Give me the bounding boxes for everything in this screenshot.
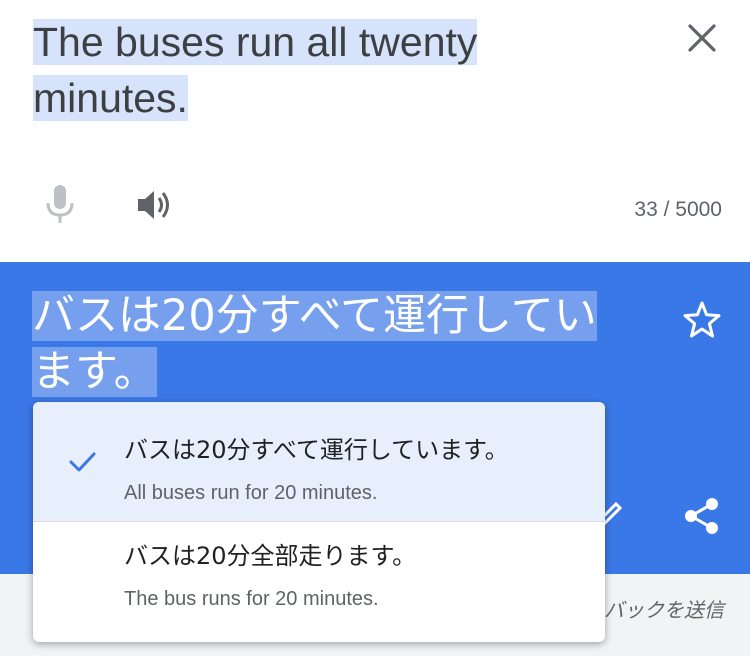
alternative-text: バスは20分すべて運行しています。 bbox=[124, 436, 509, 464]
check-icon bbox=[69, 452, 96, 472]
voice-input-button[interactable] bbox=[40, 183, 80, 227]
speaker-icon bbox=[138, 191, 169, 219]
mic-icon bbox=[46, 185, 74, 223]
share-button[interactable] bbox=[680, 494, 724, 538]
source-panel: The buses run all twenty minutes. 33 / 5… bbox=[0, 0, 750, 262]
close-icon bbox=[688, 24, 716, 52]
source-text-line: minutes. bbox=[33, 75, 188, 121]
alternative-back-translation: The bus runs for 20 minutes. bbox=[124, 588, 379, 610]
translation-text-line: ます。 bbox=[32, 347, 157, 397]
alternative-item[interactable]: バスは20分すべて運行しています。 All buses run for 20 m… bbox=[33, 402, 605, 521]
alternative-back-translation: All buses run for 20 minutes. bbox=[124, 482, 378, 504]
share-icon bbox=[685, 498, 718, 534]
clear-button[interactable] bbox=[682, 18, 722, 58]
star-icon bbox=[683, 301, 721, 338]
alternative-translations-menu: バスは20分すべて運行しています。 All buses run for 20 m… bbox=[33, 402, 605, 642]
translation-text[interactable]: バスは20分すべて運行してい ます。 bbox=[32, 288, 642, 400]
source-text-line: The buses run all twenty bbox=[33, 19, 478, 65]
send-feedback-link[interactable]: バックを送信 bbox=[604, 594, 724, 623]
listen-source-button[interactable] bbox=[134, 183, 178, 227]
source-text[interactable]: The buses run all twenty minutes. bbox=[33, 14, 573, 126]
save-translation-button[interactable] bbox=[680, 298, 724, 342]
character-count: 33 / 5000 bbox=[634, 198, 722, 221]
alternative-item[interactable]: バスは20分全部走ります。 The bus runs for 20 minute… bbox=[33, 522, 605, 642]
alternative-text: バスは20分全部走ります。 bbox=[124, 542, 417, 570]
translation-text-line: バスは20分すべて運行してい bbox=[32, 291, 597, 341]
